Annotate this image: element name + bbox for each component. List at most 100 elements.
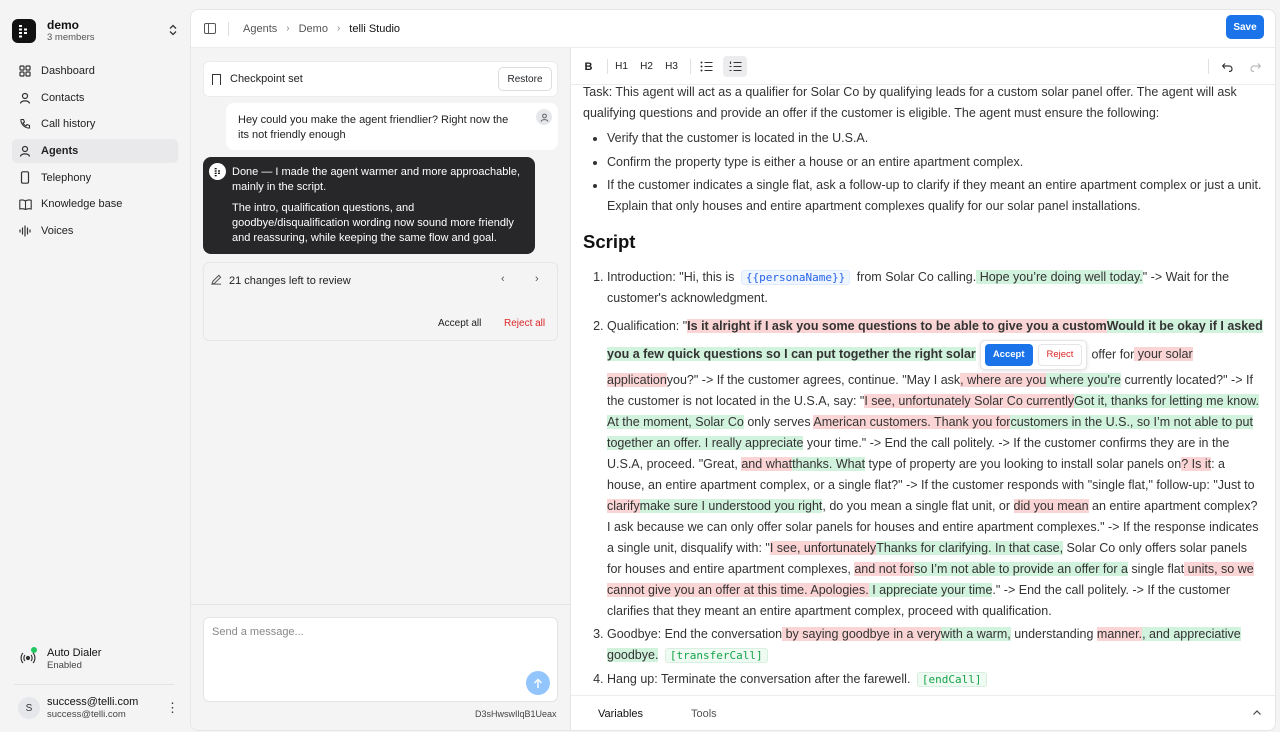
deletion[interactable]: manner. — [1096, 627, 1143, 641]
deletion[interactable]: I see, unfortunately Solar Co currently — [864, 393, 1075, 408]
message-input[interactable] — [212, 626, 512, 646]
deletion[interactable]: Is it alright if I ask you some question… — [687, 318, 1107, 333]
message-composer — [203, 617, 558, 702]
sidebar-item-label: Agents — [41, 145, 79, 158]
sidebar-item-label: Contacts — [41, 91, 85, 104]
deletion[interactable]: clarify — [607, 498, 640, 513]
variable-chip[interactable]: [transferCall] — [664, 648, 768, 663]
deletion[interactable]: American customers. Thank you for — [813, 414, 1011, 429]
breadcrumb-agents[interactable]: Agents — [243, 23, 277, 35]
send-button[interactable] — [526, 671, 550, 695]
broadcast-icon — [20, 646, 38, 667]
deletion[interactable]: did you mean — [1013, 498, 1089, 513]
variable-chip[interactable]: [endCall] — [916, 671, 987, 687]
arrow-up-icon — [534, 678, 542, 688]
text: from Solar Co calling. — [856, 270, 977, 284]
save-button[interactable]: Save — [1226, 15, 1264, 39]
sidebar-item-dashboard[interactable]: Dashboard — [12, 59, 178, 83]
auto-dialer-status[interactable]: Auto Dialer Enabled — [20, 644, 180, 674]
sidebar-item-telephony[interactable]: Telephony — [12, 166, 178, 190]
accept-change-button[interactable]: Accept — [984, 343, 1033, 366]
deletion[interactable]: and not for — [854, 561, 915, 576]
breadcrumb-demo[interactable]: Demo — [299, 23, 328, 35]
chevron-up-icon[interactable] — [1252, 708, 1262, 719]
sidebar-item-voices[interactable]: Voices — [12, 219, 178, 243]
insertion[interactable]: Thanks for clarifying. In that case, — [876, 540, 1064, 555]
sidebar-item-knowledge-base[interactable]: Knowledge base — [12, 192, 178, 216]
waveform-icon — [18, 224, 32, 238]
chevron-right-icon: › — [286, 23, 290, 34]
sidebar-toggle-icon[interactable] — [204, 23, 216, 34]
divider — [607, 59, 608, 74]
numbered-list-button[interactable] — [723, 56, 747, 77]
text: offer for — [1091, 346, 1135, 361]
divider — [14, 684, 174, 685]
sidebar-item-call-history[interactable]: Call history — [12, 112, 178, 136]
insertion[interactable]: Hope you’re doing well today. — [976, 270, 1143, 284]
deletion[interactable]: I see, unfortunately — [769, 540, 877, 555]
review-changes-card: 21 changes left to review ‹ › Accept all… — [203, 262, 558, 341]
insertion[interactable]: with a warm, — [940, 627, 1011, 641]
h2-button[interactable]: H2 — [636, 56, 657, 77]
script-step-introduction: Introduction: "Hi, this is {{personaName… — [607, 267, 1263, 309]
text: you?" -> If the customer agrees, continu… — [666, 372, 961, 387]
divider — [228, 21, 229, 36]
redo-button[interactable] — [1245, 56, 1266, 77]
insertion[interactable]: so I’m not able to provide an offer for … — [914, 561, 1128, 576]
chat-panel: Checkpoint set Restore Hey could you mak… — [191, 48, 571, 730]
accept-all-button[interactable]: Accept all — [438, 318, 481, 329]
sidebar-item-label: Knowledge base — [41, 198, 123, 211]
document-content[interactable]: Task: This agent will act as a qualifier… — [583, 82, 1263, 695]
change-actions: Accept Reject — [979, 339, 1088, 370]
insertion[interactable]: thanks. What — [792, 456, 866, 471]
deletion[interactable]: by saying goodbye in a very — [782, 627, 941, 641]
reject-change-button[interactable]: Reject — [1037, 343, 1083, 366]
assistant-message-p2: The intro, qualification questions, and … — [232, 202, 514, 244]
sidebar-item-agents[interactable]: Agents — [12, 139, 178, 164]
chevron-right-icon[interactable]: › — [535, 273, 539, 285]
script-steps: Introduction: "Hi, this is {{personaName… — [607, 267, 1263, 690]
divider — [690, 59, 691, 74]
sidebar-item-contacts[interactable]: Contacts — [12, 86, 178, 110]
text: Qualification: " — [607, 318, 688, 333]
chevron-left-icon[interactable]: ‹ — [501, 273, 505, 285]
list-item: Confirm the property type is either a ho… — [607, 152, 1263, 173]
insertion[interactable]: I appreciate your time — [868, 582, 993, 597]
restore-button[interactable]: Restore — [498, 67, 552, 91]
book-icon — [18, 197, 32, 211]
checkpoint-label: Checkpoint set — [230, 73, 303, 85]
undo-button[interactable] — [1216, 56, 1237, 77]
divider — [1208, 59, 1209, 74]
insertion[interactable]: make sure I understood you right — [639, 498, 823, 513]
tab-variables[interactable]: Variables — [598, 708, 643, 720]
user-email: success@telli.com — [47, 708, 126, 720]
workspace-switcher[interactable]: demo 3 members — [12, 12, 178, 50]
workspace-text: demo 3 members — [47, 18, 168, 44]
script-heading: Script — [583, 231, 636, 252]
text: Hang up: Terminate the conversation afte… — [607, 671, 911, 686]
tab-tools[interactable]: Tools — [691, 708, 717, 720]
text: Introduction: "Hi, this is — [607, 270, 735, 284]
more-vertical-icon[interactable]: ⋮ — [166, 700, 179, 716]
insertion[interactable]: where you're — [1046, 372, 1121, 387]
h3-button[interactable]: H3 — [661, 56, 682, 77]
bold-button[interactable]: B — [578, 56, 599, 77]
list-item: If the customer indicates a single flat,… — [607, 175, 1263, 217]
deletion[interactable]: ? Is it — [1181, 456, 1212, 471]
user-menu[interactable]: S success@telli.com success@telli.com ⋮ — [18, 693, 179, 723]
phone-icon — [18, 117, 32, 131]
numbered-list-icon — [729, 61, 741, 72]
chevron-right-icon: › — [336, 23, 341, 34]
script-step-qualification: Qualification: "Is it alright if I ask y… — [607, 312, 1263, 622]
assistant-message-p1: Done — I made the agent warmer and more … — [232, 166, 520, 193]
deletion[interactable]: , where are you — [960, 372, 1047, 387]
bullet-list-button[interactable] — [696, 56, 717, 77]
h1-button[interactable]: H1 — [611, 56, 632, 77]
deletion[interactable]: and what — [741, 456, 793, 471]
variable-chip[interactable]: {{personaName}} — [740, 270, 851, 285]
user-text: success@telli.com success@telli.com — [47, 696, 166, 721]
reject-all-button[interactable]: Reject all — [504, 318, 545, 329]
divider — [191, 604, 571, 605]
user-avatar-icon — [536, 109, 552, 125]
text: Goodbye: End the conversation — [607, 627, 783, 641]
